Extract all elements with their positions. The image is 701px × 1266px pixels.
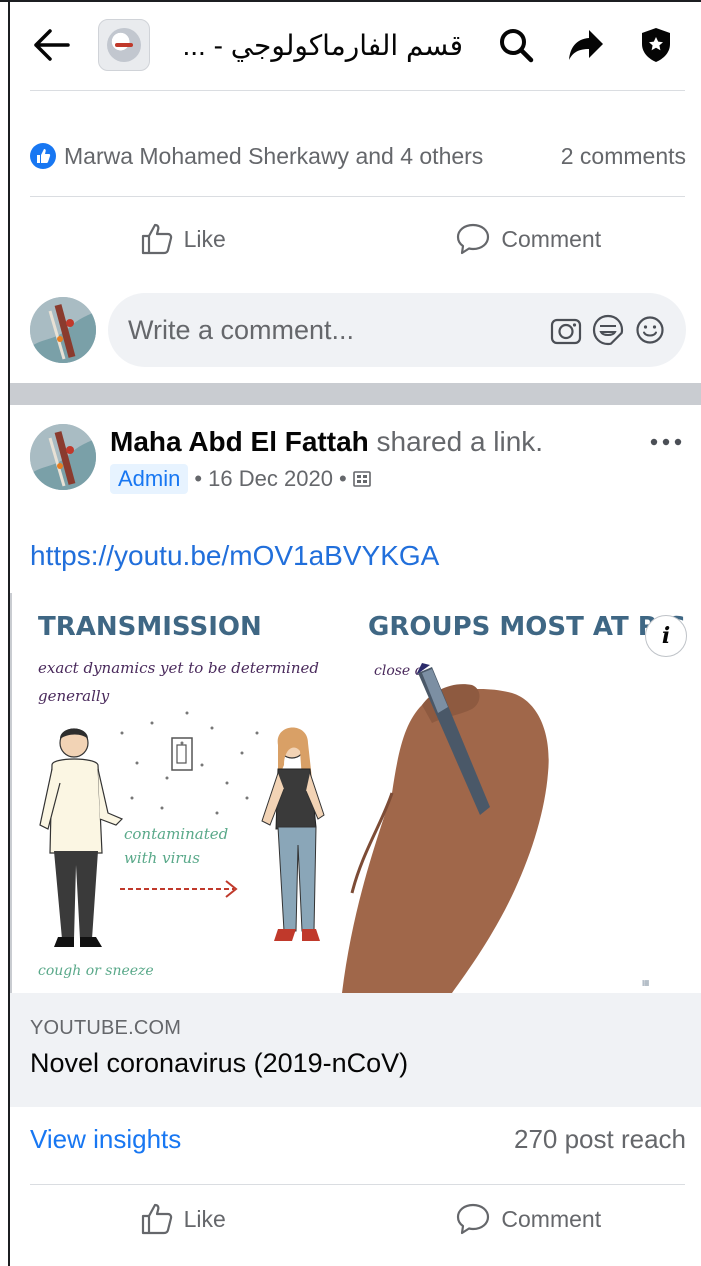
post-header: Maha Abd El Fattah shared a link. Admin … — [30, 424, 686, 504]
camera-button[interactable] — [548, 312, 584, 348]
search-button[interactable] — [487, 16, 545, 74]
author-name[interactable]: Maha Abd El Fattah — [110, 426, 369, 457]
camera-icon — [550, 318, 582, 345]
info-button[interactable]: i — [645, 615, 687, 657]
user-avatar[interactable] — [30, 297, 96, 363]
author-avatar[interactable] — [30, 424, 96, 490]
link-title: Novel coronavirus (2019-nCoV) — [30, 1048, 409, 1078]
link-domain: YOUTUBE.COM — [30, 1017, 182, 1039]
comment-label: Comment — [501, 225, 602, 252]
back-arrow-icon — [34, 29, 70, 61]
post-comment-label: Comment — [501, 1205, 602, 1232]
link-preview-image[interactable]: TRANSMISSION GROUPS MOST AT RIS exact dy… — [10, 593, 701, 993]
comment-bubble-icon — [457, 223, 490, 255]
post-meta: Maha Abd El Fattah shared a link. Admin … — [110, 424, 646, 504]
like-button[interactable]: Like — [10, 214, 356, 264]
link-preview-caption[interactable]: YOUTUBE.COM Novel coronavirus (2019-nCoV… — [10, 993, 701, 1107]
like-label: Like — [183, 225, 226, 252]
post-like-label: Like — [183, 1205, 226, 1232]
comment-input[interactable]: Write a comment... — [108, 293, 686, 367]
thumbnail-note-virus: with virus — [124, 849, 200, 867]
post-subline: Admin • 16 Dec 2020 • — [110, 464, 646, 494]
sticker-button[interactable] — [590, 312, 626, 348]
emoji-button[interactable] — [632, 312, 668, 348]
thumbnail-watermark: ▦ — [642, 978, 650, 987]
group-avatar[interactable] — [98, 19, 150, 71]
comment-button[interactable]: Comment — [356, 214, 701, 264]
reactions-summary[interactable]: Marwa Mohamed Sherkawy and 4 others — [30, 143, 483, 170]
thumbnail-heading-left: TRANSMISSION — [38, 612, 262, 642]
group-logo-icon — [107, 28, 141, 62]
reactions-row: Marwa Mohamed Sherkawy and 4 others 2 co… — [30, 140, 686, 172]
thumbnail-heading-right: GROUPS MOST AT RIS — [368, 612, 686, 642]
emoji-icon — [636, 316, 664, 344]
more-options-button[interactable] — [646, 424, 686, 460]
comment-placeholder: Write a comment... — [128, 314, 355, 345]
more-horizontal-icon — [650, 438, 682, 446]
search-icon — [500, 29, 534, 63]
feed-separator — [10, 383, 701, 405]
thumbs-up-icon — [141, 1203, 172, 1235]
share-arrow-icon — [569, 30, 603, 60]
back-button[interactable] — [22, 15, 82, 75]
post-link[interactable]: https://youtu.be/mOV1aBVYKGA — [30, 540, 439, 572]
comments-count[interactable]: 2 comments — [561, 143, 686, 170]
comment-composer: Write a comment... — [30, 292, 686, 368]
reactions-divider — [30, 196, 685, 197]
group-title[interactable]: قسم الفارماكولوجي - ... — [164, 29, 475, 62]
like-reaction-icon — [30, 143, 56, 169]
thumbnail-note-cough: cough or sneeze — [38, 963, 154, 979]
view-insights-link[interactable]: View insights — [30, 1124, 181, 1155]
insights-row: View insights 270 post reach — [30, 1124, 686, 1155]
sticker-icon — [592, 314, 624, 346]
admin-badge: Admin — [110, 464, 189, 494]
post-reach: 270 post reach — [513, 1124, 686, 1154]
admin-tools-button[interactable] — [627, 16, 685, 74]
shield-icon — [642, 28, 670, 62]
insights-divider — [30, 1184, 685, 1185]
post-comment-button[interactable]: Comment — [356, 1194, 701, 1244]
post-headline: Maha Abd El Fattah shared a link. — [110, 424, 646, 460]
thumbnail-note-contaminated: contaminated — [124, 825, 228, 843]
comment-bubble-icon — [457, 1203, 490, 1235]
thumbnail-note-close: close c — [374, 663, 423, 679]
post-date[interactable]: • 16 Dec 2020 • — [194, 466, 346, 492]
top-bar: قسم الفارماكولوجي - ... — [10, 2, 701, 88]
thumbnail-note-generally: generally — [38, 687, 110, 705]
video-thumbnail: TRANSMISSION GROUPS MOST AT RIS exact dy… — [12, 593, 701, 993]
thumbs-up-icon — [141, 223, 172, 255]
group-audience-icon — [352, 471, 371, 487]
post-actions: Like Comment — [10, 1194, 701, 1244]
post-like-button[interactable]: Like — [10, 1194, 356, 1244]
post-action-text: shared a link. — [368, 426, 544, 457]
thumbnail-note-dynamics: exact dynamics yet to be determined — [38, 659, 319, 677]
share-button[interactable] — [557, 16, 615, 74]
reactions-text: Marwa Mohamed Sherkawy and 4 others — [64, 142, 484, 169]
previous-post-actions: Like Comment — [10, 214, 701, 264]
header-divider — [30, 90, 685, 91]
info-icon: i — [661, 623, 671, 649]
